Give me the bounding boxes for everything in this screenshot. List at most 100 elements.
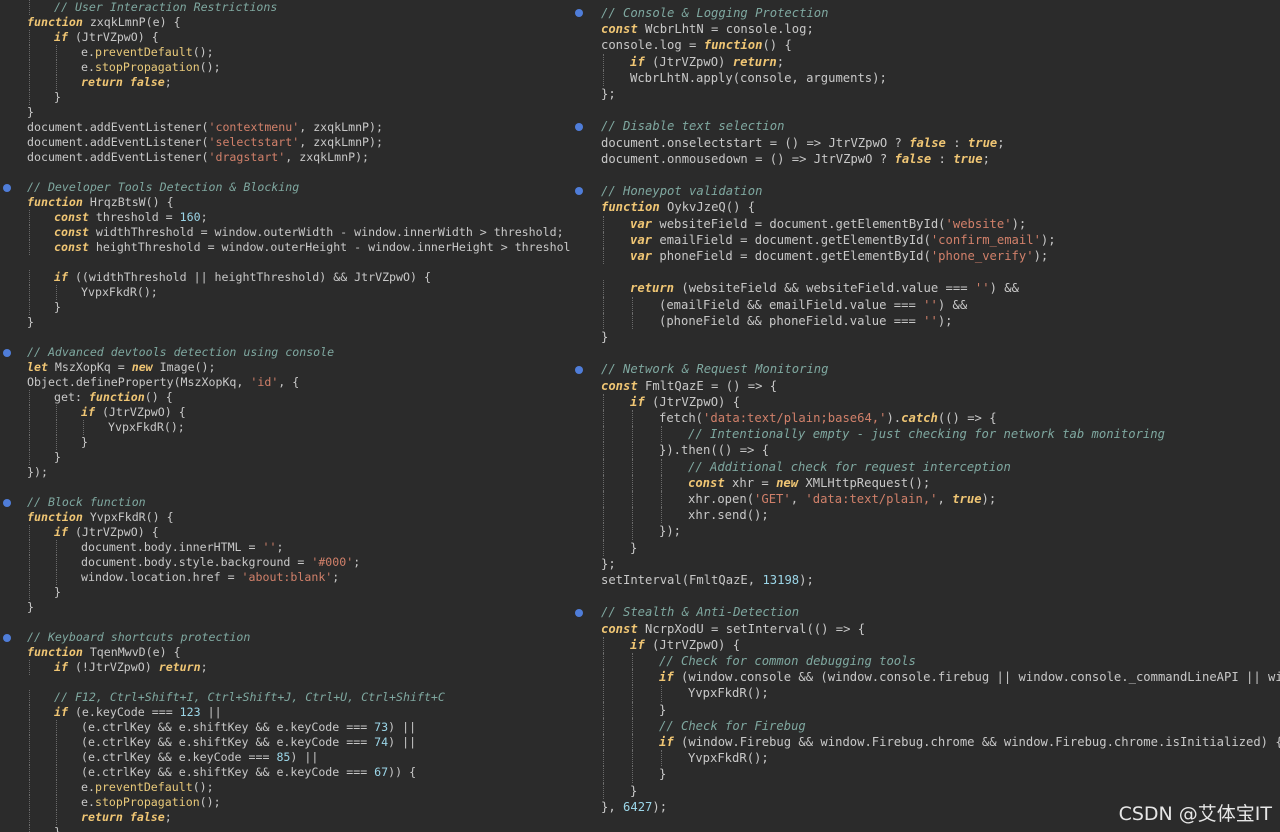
code-token: 'confirm_email' — [930, 232, 1041, 247]
code-token: return — [732, 54, 777, 69]
breakpoint-marker-icon[interactable] — [575, 365, 583, 374]
code-line: }; — [601, 86, 1280, 102]
indent-guide — [603, 426, 604, 443]
code-token: return — [158, 660, 201, 674]
breakpoint-marker-icon[interactable] — [575, 187, 583, 196]
code-token: function — [703, 38, 763, 53]
indent-guide — [29, 240, 30, 255]
code-token: function — [88, 390, 145, 404]
indent-guide — [632, 523, 633, 540]
code-token: } — [659, 702, 667, 717]
right-code-editor-pane[interactable]: // Console & Logging Protection const Wcb… — [571, 0, 1280, 832]
code-token: (JtrVZpwO) { — [94, 405, 186, 419]
code-line: const threshold = 160; — [27, 210, 571, 225]
code-token: ); — [981, 492, 997, 506]
breakpoint-marker-icon[interactable] — [3, 183, 11, 192]
code-line: const FmltQazE = () => { — [601, 378, 1280, 394]
code-token: if — [81, 405, 95, 419]
code-line: // Advanced devtools detection using con… — [27, 345, 571, 360]
code-token: () { — [762, 38, 792, 53]
code-line: return false; — [27, 75, 571, 90]
code-line: get: function() { — [27, 390, 571, 405]
code-token: '' — [262, 540, 277, 554]
indent-guide — [603, 248, 604, 265]
breakpoint-marker-icon[interactable] — [575, 122, 583, 131]
code-line: } — [27, 825, 571, 832]
code-token: YvpxFkdR(); — [688, 751, 769, 766]
code-token: 'id' — [250, 375, 279, 389]
code-token: stopPropagation — [94, 60, 200, 74]
left-code-editor-pane[interactable]: // User Interaction Restrictions function… — [0, 0, 571, 832]
code-token: ) && — [989, 281, 1019, 296]
indent-guide — [603, 312, 604, 329]
indent-guide — [603, 69, 604, 86]
code-line: if (JtrVZpwO) return; — [601, 54, 1280, 70]
code-token: '' — [923, 297, 938, 312]
code-token: const — [54, 225, 89, 239]
indent-guide — [29, 525, 30, 540]
code-token: console.log = — [601, 38, 704, 53]
code-line: } — [27, 300, 571, 315]
code-token: e. — [81, 60, 95, 74]
breakpoint-marker-icon[interactable] — [3, 348, 11, 357]
code-token: 'about:blank' — [241, 570, 333, 584]
code-token: 85 — [276, 750, 291, 764]
indent-guide — [603, 685, 604, 702]
code-token: // Advanced devtools detection using con… — [27, 345, 335, 359]
indent-guide — [56, 570, 57, 585]
indent-guide — [29, 720, 30, 735]
code-line: if (e.keyCode === 123 || — [27, 705, 571, 720]
indent-guide — [56, 555, 57, 570]
indent-guide — [661, 474, 662, 491]
code-token: 160 — [179, 210, 201, 224]
indent-guide — [56, 810, 57, 825]
code-token: 'selectstart' — [208, 135, 300, 149]
indent-guide — [632, 750, 633, 767]
code-line: YvpxFkdR(); — [601, 750, 1280, 766]
code-line: // Network & Request Monitoring — [601, 361, 1280, 377]
left-code-area[interactable]: // User Interaction Restrictions function… — [27, 0, 571, 832]
code-line: } — [601, 766, 1280, 782]
indent-guide — [29, 270, 30, 285]
indent-guide — [29, 285, 30, 300]
code-token: (JtrVZpwO) — [644, 54, 733, 69]
breakpoint-marker-icon[interactable] — [3, 633, 11, 642]
code-token: // Stealth & Anti-Detection — [601, 605, 800, 620]
code-line: // Check for common debugging tools — [601, 653, 1280, 669]
code-token: function — [27, 15, 83, 29]
indent-guide — [603, 53, 604, 70]
breakpoint-marker-icon[interactable] — [3, 498, 11, 507]
code-token: ; — [332, 570, 340, 584]
indent-guide — [29, 540, 30, 555]
code-token: } — [27, 600, 34, 614]
right-gutter[interactable] — [571, 0, 601, 832]
breakpoint-marker-icon[interactable] — [575, 9, 583, 18]
code-line: } — [601, 540, 1280, 556]
code-token: true — [953, 151, 983, 166]
code-line: return false; — [27, 810, 571, 825]
code-token: if — [659, 670, 674, 685]
code-token: , zxqkLmnP); — [299, 135, 383, 149]
indent-guide — [29, 75, 30, 90]
code-line: if (JtrVZpwO) { — [27, 405, 571, 420]
code-line: if (JtrVZpwO) { — [27, 30, 571, 45]
indent-guide — [603, 523, 604, 540]
right-code-area[interactable]: // Console & Logging Protection const Wcb… — [601, 0, 1280, 832]
indent-guide — [29, 225, 30, 240]
code-token: } — [81, 435, 88, 449]
indent-guide — [29, 420, 30, 435]
indent-guide — [29, 300, 30, 315]
code-line: const widthThreshold = window.outerWidth… — [27, 225, 571, 240]
code-token: 'dragstart' — [208, 150, 286, 164]
code-line: const xhr = new XMLHttpRequest(); — [601, 475, 1280, 491]
code-token: 13198 — [762, 573, 800, 587]
code-token: (JtrVZpwO) { — [67, 525, 159, 539]
code-token: 'data:text/plain;base64,' — [703, 411, 887, 425]
breakpoint-marker-icon[interactable] — [575, 608, 583, 617]
indent-guide — [56, 735, 57, 750]
left-gutter[interactable] — [0, 0, 22, 832]
indent-guide — [603, 507, 604, 524]
code-token: 'contextmenu' — [208, 120, 300, 134]
code-token: ; — [164, 810, 172, 824]
code-token: ); — [1040, 232, 1056, 247]
